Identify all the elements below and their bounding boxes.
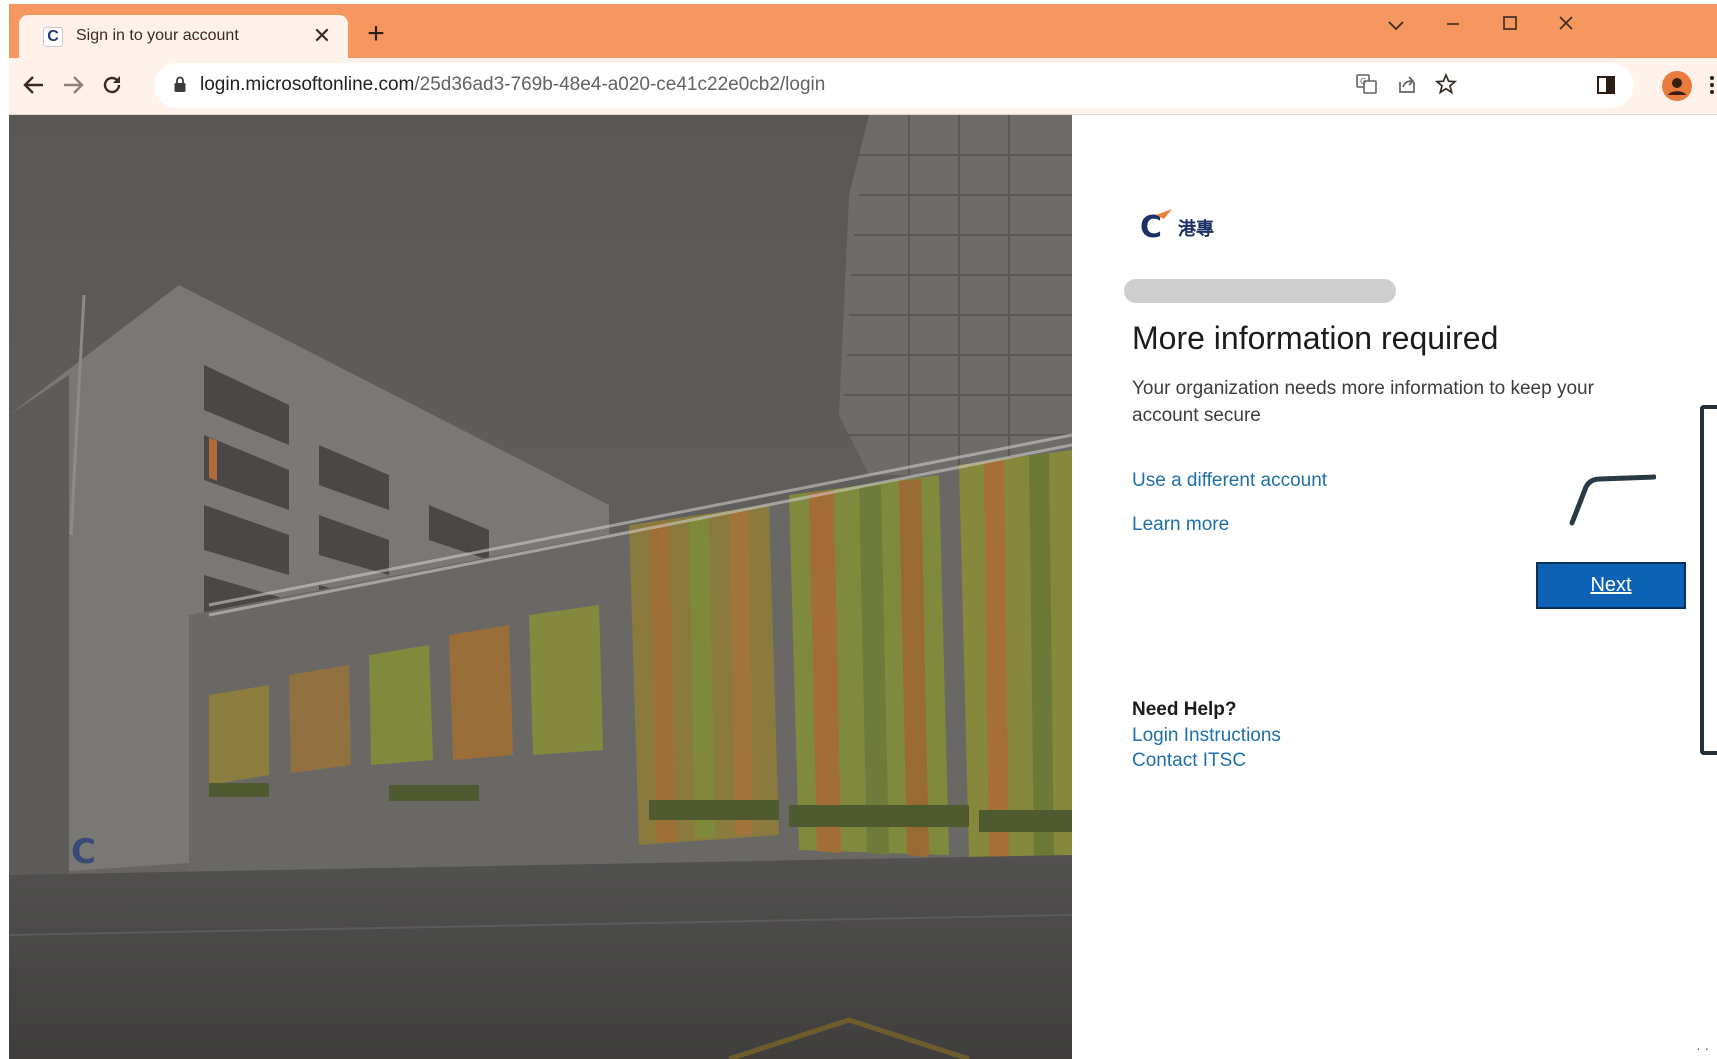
minimize-icon[interactable]: [1438, 12, 1468, 38]
kebab-menu-icon[interactable]: [1702, 68, 1717, 102]
organization-logo: C 港專: [1140, 209, 1214, 243]
need-help-heading: Need Help?: [1132, 699, 1237, 720]
background-campus-image: C: [9, 115, 1072, 1059]
side-panel-icon[interactable]: [1589, 68, 1623, 102]
new-tab-button[interactable]: +: [360, 19, 392, 51]
tab-search-icon[interactable]: [1381, 12, 1411, 38]
lock-icon[interactable]: [174, 76, 186, 93]
browser-window: C Sign in to your account ✕ + login.micr…: [0, 0, 1717, 1059]
share-icon[interactable]: [1394, 73, 1420, 99]
next-button[interactable]: Next: [1536, 562, 1686, 609]
bookmark-star-icon[interactable]: [1433, 72, 1459, 99]
translate-icon[interactable]: G: [1354, 73, 1380, 99]
redacted-email-bar: [1124, 279, 1396, 303]
profile-avatar-icon[interactable]: [1662, 71, 1692, 101]
svg-text:G: G: [1360, 77, 1366, 86]
url-host: login.microsoftonline.com: [200, 74, 415, 95]
reload-icon[interactable]: [95, 68, 129, 102]
browser-toolbar: login.microsoftonline.com/25d36ad3-769b-…: [9, 58, 1717, 115]
sign-in-panel: C 港專 More information required Your orga…: [1072, 115, 1717, 1059]
back-icon[interactable]: [17, 68, 51, 102]
browser-title-bar: C Sign in to your account ✕ +: [9, 4, 1717, 58]
page-title: More information required: [1132, 320, 1499, 356]
learn-more-link[interactable]: Learn more: [1132, 514, 1229, 536]
logo-text: 港專: [1178, 219, 1214, 240]
annotation-stroke: [1569, 474, 1656, 526]
tab-title: Sign in to your account: [76, 27, 239, 44]
maximize-icon[interactable]: [1495, 12, 1525, 38]
browser-tab[interactable]: C Sign in to your account ✕: [19, 15, 348, 58]
use-different-account-link[interactable]: Use a different account: [1132, 470, 1327, 492]
svg-text:C: C: [71, 832, 96, 872]
ellipsis-icon[interactable]: · ·: [1696, 1040, 1709, 1056]
close-tab-icon[interactable]: ✕: [309, 23, 335, 49]
login-instructions-link[interactable]: Login Instructions: [1132, 725, 1281, 747]
url-path: /25d36ad3-769b-48e4-a020-ce41c22e0cb2/lo…: [414, 74, 826, 95]
address-bar[interactable]: login.microsoftonline.com/25d36ad3-769b-…: [154, 63, 1634, 108]
url-text[interactable]: login.microsoftonline.com/25d36ad3-769b-…: [200, 74, 825, 96]
description-text: Your organization needs more information…: [1132, 378, 1594, 426]
tab-favicon-icon: C: [43, 27, 63, 47]
close-window-icon[interactable]: [1551, 12, 1581, 38]
contact-itsc-link[interactable]: Contact ITSC: [1132, 750, 1246, 772]
annotation-bracket: [1700, 405, 1717, 755]
forward-icon[interactable]: [56, 68, 90, 102]
